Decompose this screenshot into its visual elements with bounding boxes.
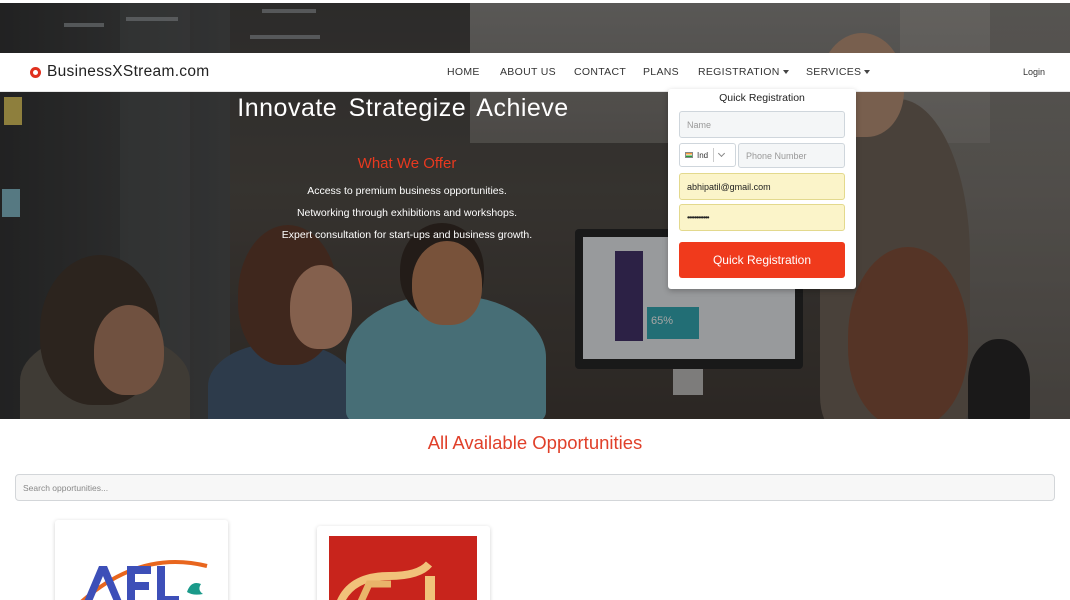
password-field[interactable]: •••••••••••• [679, 204, 845, 231]
country-code-value: Ind [697, 150, 709, 160]
search-input[interactable]: Search opportunities... [15, 474, 1055, 501]
email-field[interactable]: abhipatil@gmail.com [679, 173, 845, 200]
caret-down-icon [864, 70, 871, 75]
quick-registration-button[interactable]: Quick Registration [679, 242, 845, 278]
top-navbar: BusinessXStream.com HOME ABOUT US CONTAC… [0, 53, 1070, 92]
offer-title: What We Offer [357, 155, 457, 172]
offer-item: Expert consultation for start-ups and bu… [281, 229, 533, 241]
country-code-select[interactable]: Ind [679, 143, 736, 167]
nav-services[interactable]: SERVICES [806, 66, 871, 78]
offer-item: Access to premium business opportunities… [307, 185, 507, 197]
hero-title: Innovate Strategize Achieve [237, 94, 569, 122]
quick-registration-title: Quick Registration [719, 92, 805, 104]
phone-input[interactable]: Phone Number [738, 143, 845, 168]
chevron-down-icon [718, 149, 726, 158]
brand-logo[interactable]: BusinessXStream.com [30, 63, 209, 81]
caret-down-icon [782, 70, 789, 75]
nav-plans[interactable]: PLANS [643, 66, 679, 78]
login-link[interactable]: Login [1023, 67, 1045, 77]
afl-logo [80, 559, 208, 600]
page: 65% Innovate Strategize Achieve What We … [0, 0, 1070, 600]
nav-about-us[interactable]: ABOUT US [500, 66, 556, 78]
opportunities-title: All Available Opportunities [427, 432, 643, 453]
nav-services-label: SERVICES [806, 66, 862, 78]
nav-contact[interactable]: CONTACT [574, 66, 626, 78]
brand-icon [30, 66, 41, 78]
nav-registration-label: REGISTRATION [698, 66, 780, 78]
offer-item: Networking through exhibitions and works… [296, 207, 518, 219]
sl-logo [329, 536, 477, 600]
name-input[interactable]: Name [679, 111, 845, 138]
opportunity-card[interactable] [55, 520, 228, 600]
brand-name: BusinessXStream.com [47, 63, 210, 80]
nav-registration[interactable]: REGISTRATION [698, 66, 789, 78]
quick-registration-form: Quick Registration Name Ind Phone Number… [668, 89, 856, 289]
opportunity-card[interactable] [317, 526, 490, 600]
nav-home[interactable]: HOME [447, 66, 480, 78]
flag-icon [685, 152, 693, 158]
